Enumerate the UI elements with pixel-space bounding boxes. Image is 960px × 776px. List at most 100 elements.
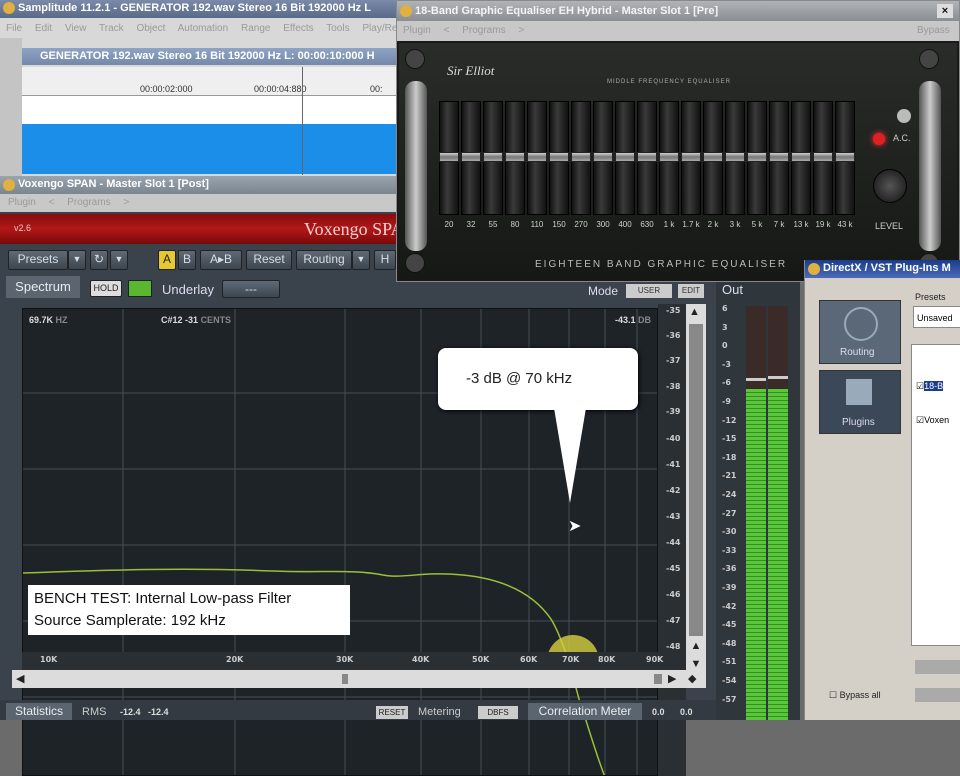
h-button[interactable]: H bbox=[374, 250, 396, 270]
slider-knob[interactable] bbox=[637, 152, 657, 162]
scroll-right-icon[interactable]: ▶ bbox=[668, 672, 676, 685]
menu-programs[interactable]: Programs bbox=[67, 197, 110, 208]
slider-knob[interactable] bbox=[813, 152, 833, 162]
menu-edit[interactable]: Edit bbox=[35, 23, 52, 34]
slider-knob[interactable] bbox=[439, 152, 459, 162]
side-button-2[interactable] bbox=[915, 688, 960, 702]
b-button[interactable]: B bbox=[178, 250, 196, 270]
slider-knob[interactable] bbox=[549, 152, 569, 162]
hscroll-thumb[interactable] bbox=[342, 674, 348, 684]
band-slider-2k[interactable]: 2 k bbox=[703, 101, 723, 229]
plugin-item-1[interactable]: ☑18-B bbox=[916, 381, 944, 392]
samplitude-title-bar[interactable]: Samplitude 11.2.1 - GENERATOR 192.wav St… bbox=[0, 0, 400, 18]
menu-plugin[interactable]: Plugin bbox=[403, 25, 431, 36]
band-slider-1k[interactable]: 1 k bbox=[659, 101, 679, 229]
hold-indicator[interactable] bbox=[128, 280, 152, 297]
power-icon[interactable] bbox=[897, 109, 911, 123]
horizontal-scrollbar[interactable]: ◀ ▶ ◆ bbox=[12, 670, 706, 688]
menu-play[interactable]: Play/Re bbox=[362, 23, 396, 34]
directx-title-bar[interactable]: DirectX / VST Plug-Ins M bbox=[805, 260, 960, 278]
bypass-all-checkbox[interactable]: ☐ Bypass all bbox=[829, 690, 881, 701]
plugin-item-2[interactable]: ☑Voxen bbox=[916, 415, 949, 426]
undo-icon[interactable]: ↻ bbox=[90, 250, 108, 270]
stats-reset-button[interactable]: RESET bbox=[376, 706, 408, 719]
checkbox-icon[interactable]: ☑ bbox=[916, 415, 924, 425]
menu-track[interactable]: Track bbox=[99, 23, 124, 34]
close-icon[interactable]: × bbox=[937, 4, 953, 18]
menu-prev[interactable]: < bbox=[444, 25, 450, 36]
slider-knob[interactable] bbox=[835, 152, 855, 162]
band-slider-20[interactable]: 20 bbox=[439, 101, 459, 229]
menu-effects[interactable]: Effects bbox=[283, 23, 313, 34]
plugins-tile[interactable]: Plugins bbox=[819, 370, 901, 434]
checkbox-icon[interactable]: ☐ bbox=[829, 690, 837, 700]
menu-programs[interactable]: Programs bbox=[462, 25, 505, 36]
underlay-select[interactable]: --- bbox=[222, 280, 280, 298]
slider-knob[interactable] bbox=[505, 152, 525, 162]
band-slider-630[interactable]: 630 bbox=[637, 101, 657, 229]
playhead-cursor[interactable] bbox=[302, 67, 303, 175]
bypass-button[interactable]: Bypass bbox=[917, 21, 950, 41]
mode-select[interactable]: USER bbox=[626, 284, 672, 298]
menu-file[interactable]: File bbox=[6, 23, 22, 34]
redo-dropdown-icon[interactable]: ▼ bbox=[110, 250, 128, 270]
spectrum-tab[interactable]: Spectrum bbox=[6, 276, 80, 298]
band-slider-13k[interactable]: 13 k bbox=[791, 101, 811, 229]
a-to-b-button[interactable]: A▸B bbox=[200, 250, 242, 270]
slider-knob[interactable] bbox=[747, 152, 767, 162]
slider-knob[interactable] bbox=[769, 152, 789, 162]
band-slider-3k[interactable]: 3 k bbox=[725, 101, 745, 229]
band-slider-150[interactable]: 150 bbox=[549, 101, 569, 229]
band-slider-55[interactable]: 55 bbox=[483, 101, 503, 229]
menu-range[interactable]: Range bbox=[241, 23, 270, 34]
slider-knob[interactable] bbox=[615, 152, 635, 162]
menu-tools[interactable]: Tools bbox=[326, 23, 349, 34]
slider-knob[interactable] bbox=[703, 152, 723, 162]
slider-knob[interactable] bbox=[791, 152, 811, 162]
slider-knob[interactable] bbox=[527, 152, 547, 162]
timeline-ruler[interactable]: 00:00:02:000 00:00:04:880 00: bbox=[22, 67, 400, 96]
slider-knob[interactable] bbox=[725, 152, 745, 162]
reset-button[interactable]: Reset bbox=[246, 250, 292, 270]
band-slider-300[interactable]: 300 bbox=[593, 101, 613, 229]
routing-button[interactable]: Routing bbox=[296, 250, 352, 270]
plugin-list[interactable]: ☑18-B ☑Voxen bbox=[911, 344, 960, 646]
band-slider-270[interactable]: 270 bbox=[571, 101, 591, 229]
hold-button[interactable]: HOLD bbox=[90, 280, 122, 297]
menu-next[interactable]: > bbox=[518, 25, 524, 36]
slider-knob[interactable] bbox=[659, 152, 679, 162]
vertical-scrollbar[interactable]: ▲ bbox=[686, 304, 706, 664]
menu-view[interactable]: View bbox=[65, 23, 87, 34]
band-slider-32[interactable]: 32 bbox=[461, 101, 481, 229]
wave-window-title[interactable]: GENERATOR 192.wav Stereo 16 Bit 192000 H… bbox=[22, 48, 400, 65]
metering-select[interactable]: DBFS bbox=[478, 706, 518, 719]
menu-next[interactable]: > bbox=[123, 197, 129, 208]
checkbox-icon[interactable]: ☑ bbox=[916, 381, 924, 391]
slider-knob[interactable] bbox=[483, 152, 503, 162]
routing-tile[interactable]: Routing bbox=[819, 300, 901, 364]
band-slider-110[interactable]: 110 bbox=[527, 101, 547, 229]
scroll-thumb[interactable] bbox=[689, 324, 703, 644]
waveform-track-bottom[interactable] bbox=[22, 124, 400, 174]
menu-object[interactable]: Object bbox=[136, 23, 165, 34]
slider-knob[interactable] bbox=[461, 152, 481, 162]
presets-select[interactable]: Unsaved bbox=[913, 306, 960, 328]
edit-button[interactable]: EDIT bbox=[678, 284, 704, 298]
slider-knob[interactable] bbox=[593, 152, 613, 162]
presets-dropdown-icon[interactable]: ▼ bbox=[68, 250, 86, 270]
zoom-reset-icon[interactable]: ◆ bbox=[688, 672, 696, 685]
menu-plugin[interactable]: Plugin bbox=[8, 197, 36, 208]
band-slider-5k[interactable]: 5 k bbox=[747, 101, 767, 229]
band-slider-43k[interactable]: 43 k bbox=[835, 101, 855, 229]
band-slider-400[interactable]: 400 bbox=[615, 101, 635, 229]
band-slider-7k[interactable]: 7 k bbox=[769, 101, 789, 229]
slider-knob[interactable] bbox=[681, 152, 701, 162]
band-slider-1-7k[interactable]: 1.7 k bbox=[681, 101, 701, 229]
side-button-1[interactable] bbox=[915, 660, 960, 674]
scroll-up-icon[interactable]: ▲ bbox=[689, 306, 700, 318]
zoom-in-icon[interactable]: ▲ bbox=[686, 636, 706, 656]
menu-automation[interactable]: Automation bbox=[178, 23, 229, 34]
routing-dropdown-icon[interactable]: ▼ bbox=[352, 250, 370, 270]
hscroll-thumb-right[interactable] bbox=[654, 674, 662, 684]
correlation-tab[interactable]: Correlation Meter bbox=[528, 703, 642, 720]
